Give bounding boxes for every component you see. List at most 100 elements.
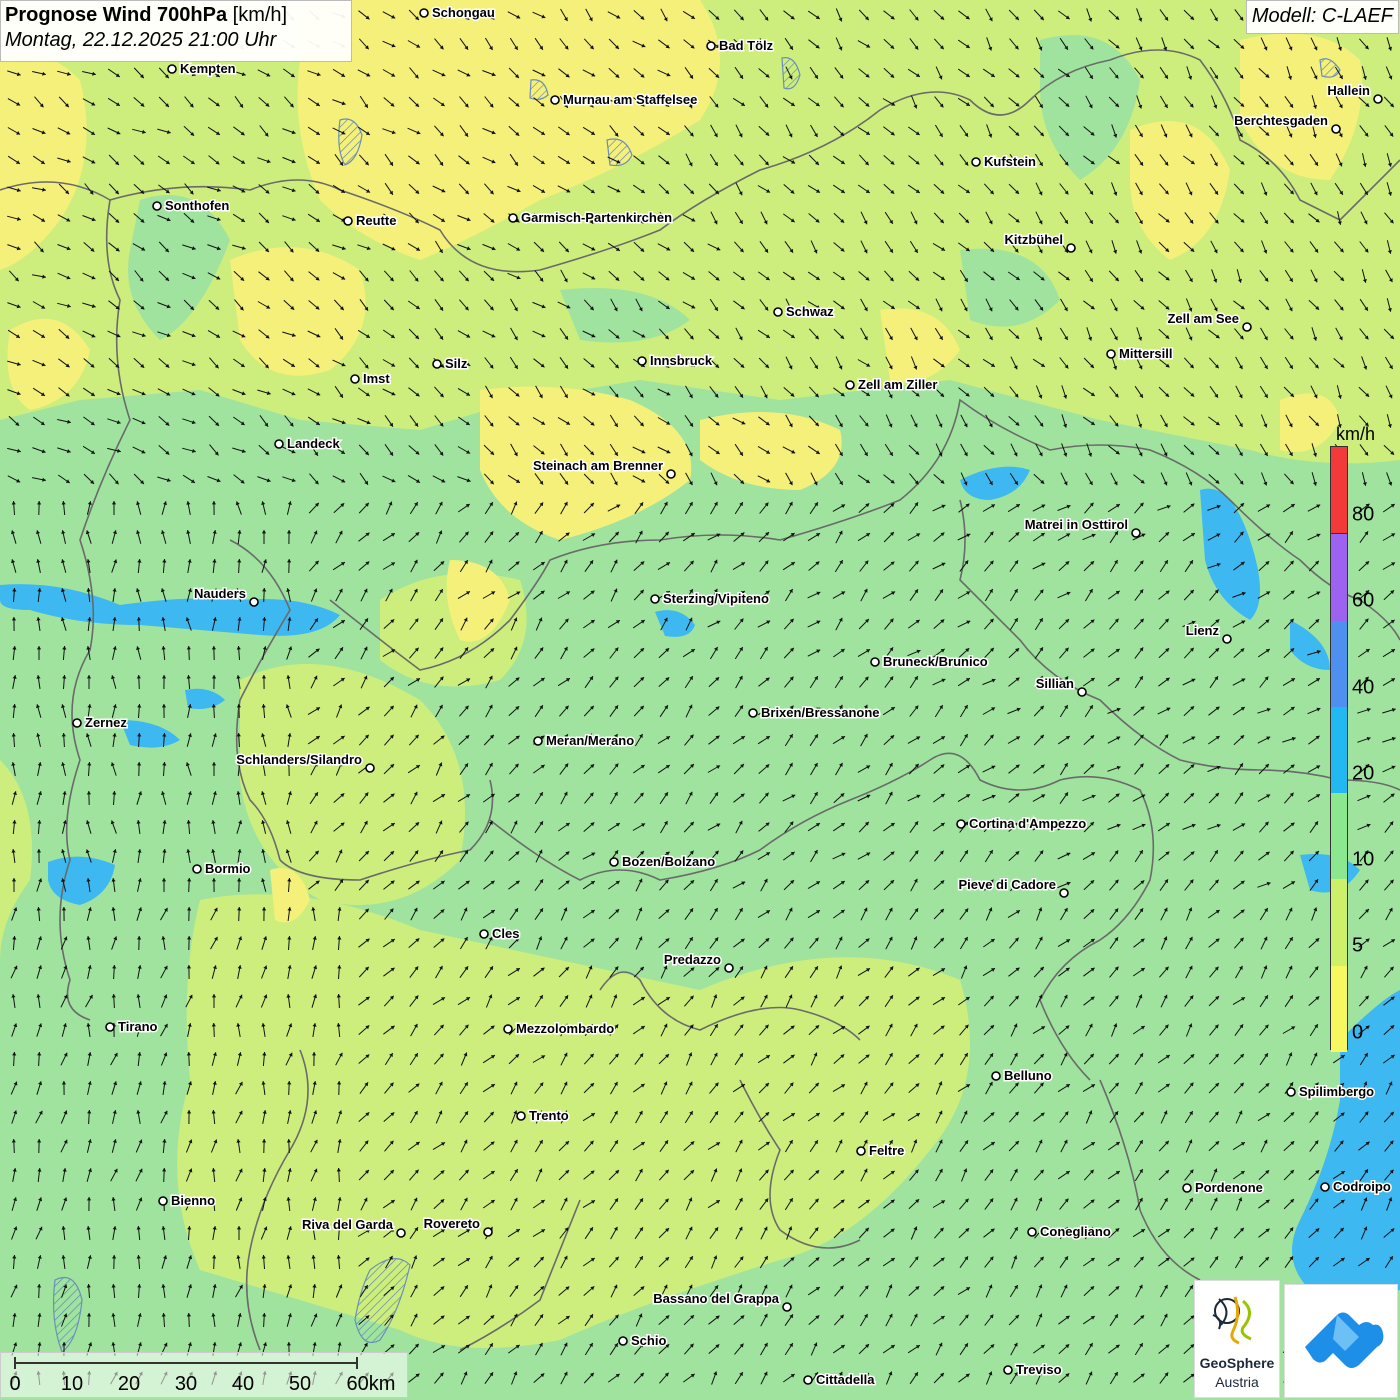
place-name: Brixen/Bressanone [761,705,880,720]
legend-label: 40 [1352,676,1375,699]
scale-label: 20 [117,1373,141,1395]
place-marker: Sonthofen [152,197,231,215]
scale-bar: 0 10 20 30 40 50 60km [0,1352,408,1398]
place-marker: Innsbruck [637,352,714,370]
place-name: Steinach am Brenner [533,458,663,473]
place-name: Spilimbergo [1299,1084,1374,1099]
legend-label: 20 [1352,762,1375,785]
place-name: Silz [445,356,468,371]
place-name: Mittersill [1119,346,1172,361]
place-name: Schwaz [786,304,834,319]
place-name: Cles [492,926,519,941]
place-name: Zernez [85,715,127,730]
place-marker: Brixen/Bressanone [748,704,881,722]
place-name: Meran/Merano [546,733,634,748]
place-name: Codroipo [1333,1179,1391,1194]
place-name: Sillian [1036,676,1074,691]
geosphere-logo-mark [1212,1296,1252,1345]
place-name: Predazzo [664,952,721,967]
place-name: Bruneck/Brunico [883,654,988,669]
place-name: Sonthofen [165,198,229,213]
place-name: Lienz [1186,623,1220,638]
place-marker: Bruneck/Brunico [870,653,989,671]
weather-app-logo[interactable] [1284,1284,1398,1398]
legend-label: 80 [1352,503,1375,526]
legend-label: 0 [1352,1021,1364,1044]
place-name: Schio [631,1333,666,1348]
place-name: Rovereto [424,1216,480,1231]
place-name: Reutte [356,213,396,228]
place-name: Landeck [287,436,341,451]
place-marker: Murnau am Staffelsee [550,91,699,109]
place-marker: Meran/Merano [533,732,636,750]
legend-band [1331,447,1347,534]
place-name: Matrei in Osttirol [1025,517,1128,532]
scale-label: 40 [231,1373,255,1395]
place-marker: Zell am Ziller [845,376,939,394]
place-name: Zell am See [1167,311,1239,326]
legend-band [1331,619,1347,707]
place-marker: Conegliano [1027,1223,1112,1241]
title-box: Prognose Wind 700hPa [km/h] Montag, 22.1… [0,0,352,62]
place-name: Hallein [1327,83,1370,98]
title-main: Prognose Wind 700hPa [5,4,228,26]
place-name: Zell am Ziller [858,377,937,392]
place-name: Cittadella [816,1372,875,1387]
place-name: Sterzing/Vipiteno [663,591,769,606]
place-name: Pordenone [1195,1180,1263,1195]
place-name: Cortina d'Ampezzo [969,816,1086,831]
place-name: Kitzbühel [1005,232,1064,247]
legend-band [1331,705,1347,794]
legend-unit: km/h [1336,424,1376,444]
legend-colorbar [1330,446,1348,1052]
place-name: Conegliano [1040,1224,1111,1239]
place-name: Trento [529,1108,569,1123]
place-name: Bassano del Grappa [653,1291,779,1306]
app-logo-icon [1305,1312,1384,1368]
place-name: Belluno [1004,1068,1052,1083]
forecast-datetime: Montag, 22.12.2025 21:00 Uhr [5,29,277,51]
place-name: Bad Tölz [719,38,774,53]
wind-map[interactable]: Schongau Bad Tölz Kempten Murnau am Staffel… [0,0,1400,1400]
place-name: Feltre [869,1143,904,1158]
place-name: Mezzolombardo [516,1021,614,1036]
place-name: Kempten [180,61,236,76]
model-label: Modell: C-LAEF [1245,0,1399,34]
place-name: Innsbruck [650,353,713,368]
place-name: Berchtesgaden [1234,113,1328,128]
place-name: Schongau [432,5,495,20]
place-name: Riva del Garda [302,1217,394,1232]
scale-label: 10 [60,1373,84,1395]
scale-label: 30 [174,1373,198,1395]
place-name: Nauders [194,586,246,601]
place-name: Bienno [171,1193,215,1208]
place-marker: Bozen/Bolzano [609,853,717,871]
place-name: Schlanders/Silandro [236,752,362,767]
scale-label: 60km [346,1373,396,1395]
geosphere-country: Austria [1215,1374,1259,1390]
place-name: Murnau am Staffelsee [563,92,697,107]
title-unit: [km/h] [232,4,288,26]
map-title: Prognose Wind 700hPa [km/h] [5,4,347,27]
scale-label: 50 [288,1373,312,1395]
place-name: Bozen/Bolzano [622,854,715,869]
place-marker: Schongau [419,4,496,22]
color-legend: km/h 0 5 10 20 40 60 80 [1318,420,1398,1060]
legend-band [1331,792,1347,880]
legend-band [1331,964,1347,1052]
legend-band [1331,878,1347,966]
place-marker: Mezzolombardo [503,1020,616,1038]
geosphere-logo[interactable]: GeoSphere Austria [1194,1280,1280,1398]
place-marker: Spilimbergo [1286,1083,1376,1101]
geosphere-name: GeoSphere [1199,1355,1275,1371]
place-marker: Sterzing/Vipiteno [650,590,770,608]
place-marker: Cortina d'Ampezzo [956,815,1088,833]
legend-label: 10 [1352,848,1375,871]
place-marker: Garmisch-Partenkirchen [508,209,674,227]
place-name: Garmisch-Partenkirchen [521,210,672,225]
place-name: Bormio [205,861,251,876]
scale-label: 0 [9,1373,21,1395]
legend-label: 60 [1352,589,1375,612]
place-name: Kufstein [984,154,1036,169]
place-marker: Pordenone [1182,1179,1264,1197]
